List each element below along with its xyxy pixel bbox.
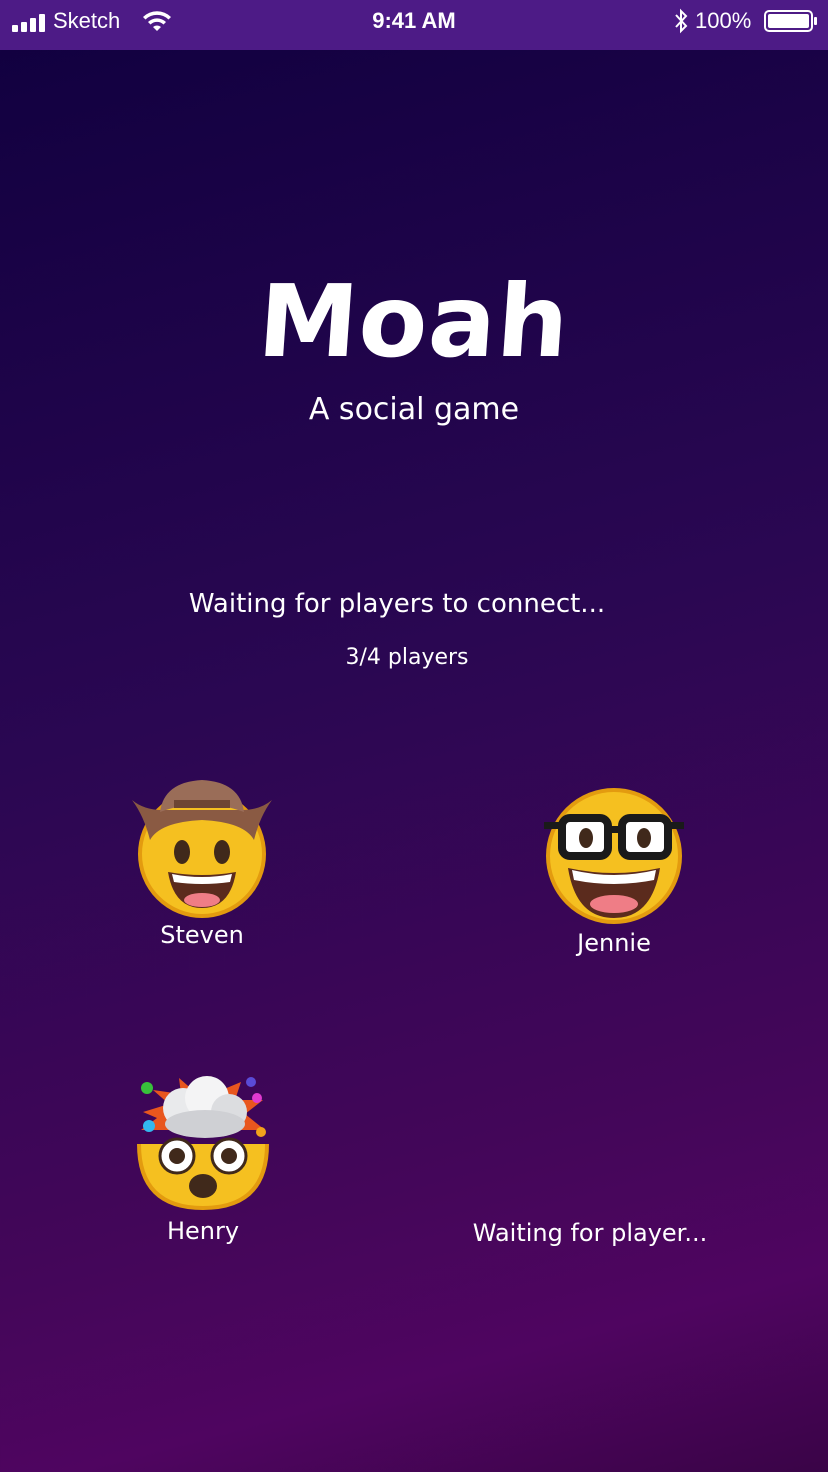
battery-percent: 100% [695,8,752,33]
player-slot-2: Jennie [484,786,744,960]
lobby-status: Waiting for players to connect... [188,589,606,619]
player-name: Jennie [577,929,651,957]
bluetooth-icon [675,8,688,34]
player-slot-4-empty: Waiting for player... [430,1216,750,1250]
cowboy-face-icon [132,780,272,918]
player-name: Steven [160,921,244,949]
player-slot-1: Steven [72,776,332,952]
app-title: Moah [254,263,574,380]
player-name: Henry [166,1217,240,1245]
exploding-head-icon [137,1076,269,1211]
app-subtitle: A social game [308,392,520,427]
battery-icon [764,10,817,32]
status-bar: Sketch 9:41 AM 100% [0,0,828,50]
player-slot-3: Henry [73,1074,333,1248]
player-count: 3/4 players [345,645,469,670]
waiting-player-label: Waiting for player... [472,1219,708,1247]
nerd-face-icon [544,788,684,924]
